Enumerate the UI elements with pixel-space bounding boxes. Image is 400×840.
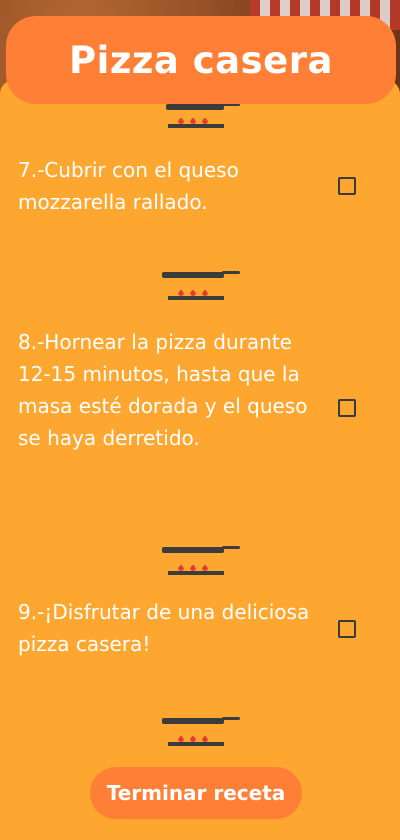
finish-recipe-button[interactable]: Terminar receta — [90, 767, 302, 819]
pan-on-stove-icon — [162, 717, 240, 746]
recipe-header: Pizza casera — [6, 16, 396, 104]
step-7-checkbox[interactable] — [338, 177, 356, 195]
step-9-text: 9.-¡Disfrutar de una deliciosa pizza cas… — [18, 600, 310, 656]
pan-on-stove-icon — [162, 546, 240, 575]
page-title: Pizza casera — [69, 38, 333, 82]
step-9-checkbox[interactable] — [338, 620, 356, 638]
step-7-text: 7.-Cubrir con el queso mozzarella rallad… — [18, 158, 239, 214]
pan-on-stove-icon — [162, 271, 240, 300]
step-8-text: 8.-Hornear la pizza durante 12-15 minuto… — [18, 330, 308, 450]
step-8-checkbox[interactable] — [338, 399, 356, 417]
